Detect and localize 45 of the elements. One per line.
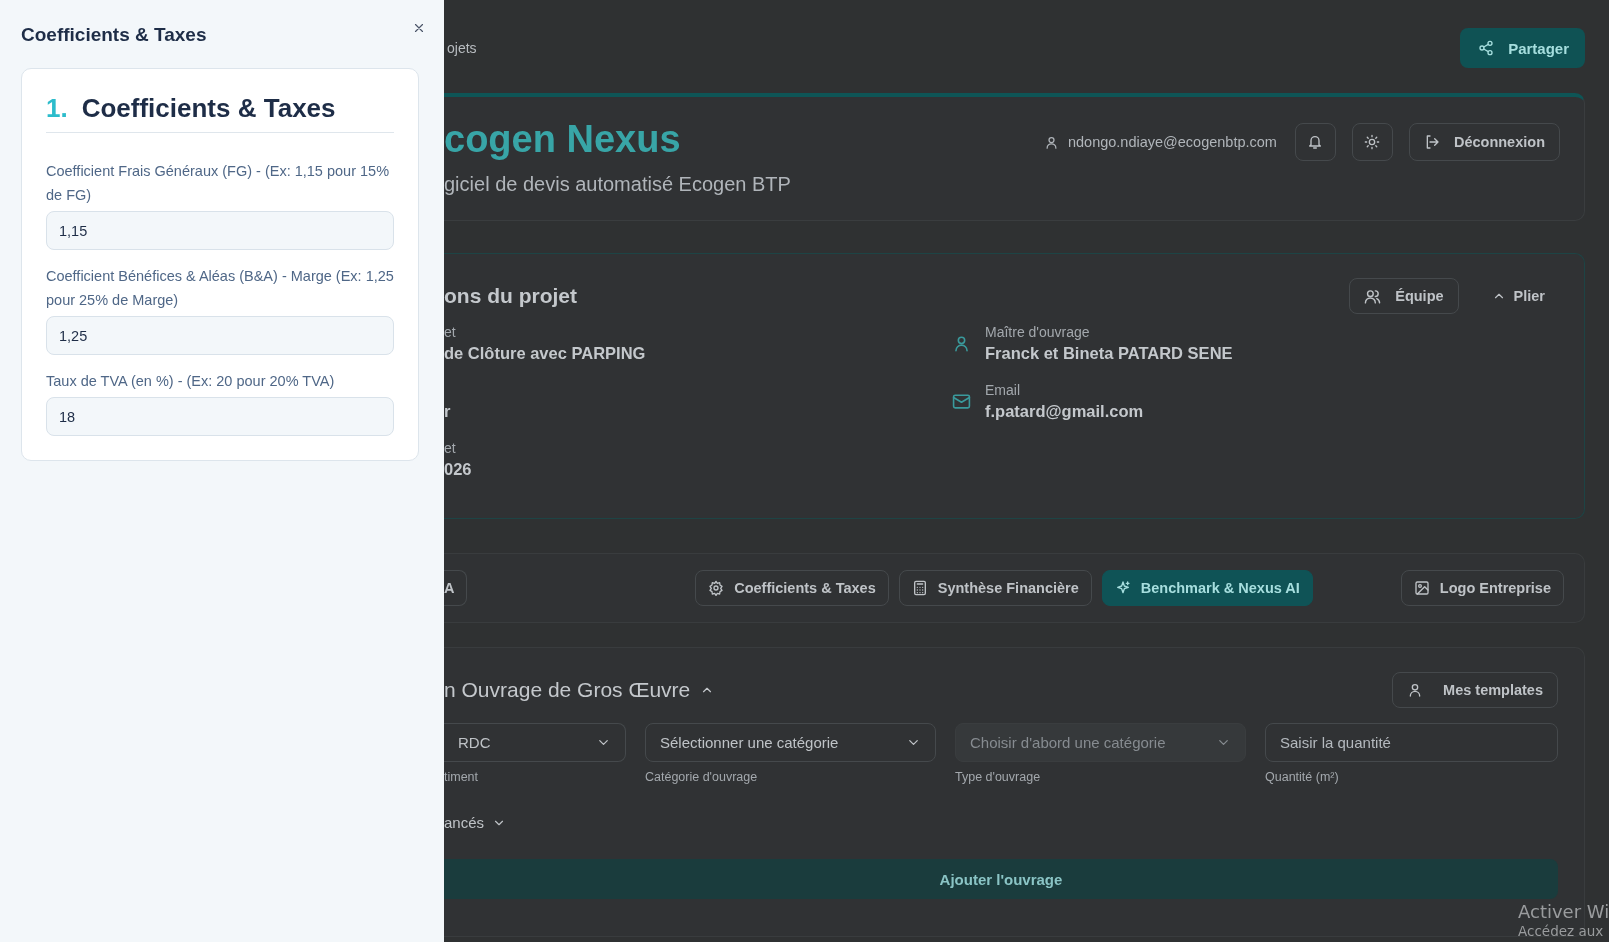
input-field[interactable]: 18 <box>46 397 394 436</box>
app-subtitle: giciel de devis automatisé Ecogen BTP <box>444 173 791 196</box>
tab[interactable]: A <box>444 570 468 606</box>
advanced-toggle[interactable]: ancés <box>444 814 507 831</box>
field-value: f.patard@gmail.com <box>985 401 1144 422</box>
field-value: de Clôture avec PARPING <box>444 343 647 364</box>
field-label: et <box>444 439 457 458</box>
field-label: Taux de TVA (en %) - (Ex: 20 pour 20% TVA) <box>46 372 336 391</box>
field-label: Email <box>985 381 1021 400</box>
tab[interactable]: Synthèse Financière <box>898 570 1092 606</box>
field-value: r <box>444 401 452 422</box>
tab[interactable]: Benchmark & Nexus AI <box>1101 570 1313 606</box>
field-value: Franck et Bineta PATARD SENE <box>985 343 1233 364</box>
input-field[interactable]: Saisir la quantité <box>1265 723 1558 762</box>
section-number: 1. <box>46 93 68 124</box>
app-title: cogen Nexus <box>444 117 682 161</box>
field-label: Type d'ouvrage <box>955 770 1042 784</box>
activation-title: Activer Wi <box>1518 901 1609 923</box>
activation-text: Accédez aux <box>1518 923 1605 940</box>
select-field[interactable]: Sélectionner une catégorie <box>645 723 936 762</box>
field-label: timent <box>444 770 480 784</box>
collapse-button[interactable]: Plier <box>1476 278 1560 314</box>
user-email: ndongo.ndiaye@ecogenbtp.com <box>1067 134 1277 150</box>
field-label: Quantité (m²) <box>1265 770 1340 784</box>
input-field[interactable]: 1,15 <box>46 211 394 250</box>
field-label: et <box>444 323 457 342</box>
field-label: Catégorie d'ouvrage <box>645 770 759 784</box>
select-field[interactable]: RDC <box>444 723 626 762</box>
field-label: Maître d'ouvrage <box>985 323 1091 342</box>
section-title: ons du projet <box>444 284 577 308</box>
add-button[interactable]: Ajouter l'ouvrage <box>444 859 1558 899</box>
tab[interactable]: Logo Entreprise <box>1400 570 1564 606</box>
input-field[interactable]: 1,25 <box>46 316 394 355</box>
team-button[interactable]: Équipe <box>1349 278 1459 314</box>
drawer-title: Coefficients & Taxes <box>21 24 207 46</box>
field-label: Coefficient Frais Généraux (FG) - (Ex: 1,15 pour 15% de FG) <box>46 162 391 205</box>
field-label: Coefficient Bénéfices & Aléas (B&A) - Marge (Ex: 1,25 pour 25% de Marge) <box>46 267 394 310</box>
share-button[interactable]: Partager <box>1460 28 1585 68</box>
field-value: 026 <box>444 459 473 480</box>
breadcrumb-link[interactable]: ojets <box>447 40 477 56</box>
logout-button[interactable]: Déconnexion <box>1408 123 1560 161</box>
tab[interactable]: Coefficients & Taxes <box>695 570 889 606</box>
section-title: n Ouvrage de Gros Œuvre <box>444 678 691 702</box>
section-title: Coefficients & Taxes <box>81 93 336 124</box>
templates-button[interactable]: Mes templates <box>1392 672 1558 708</box>
